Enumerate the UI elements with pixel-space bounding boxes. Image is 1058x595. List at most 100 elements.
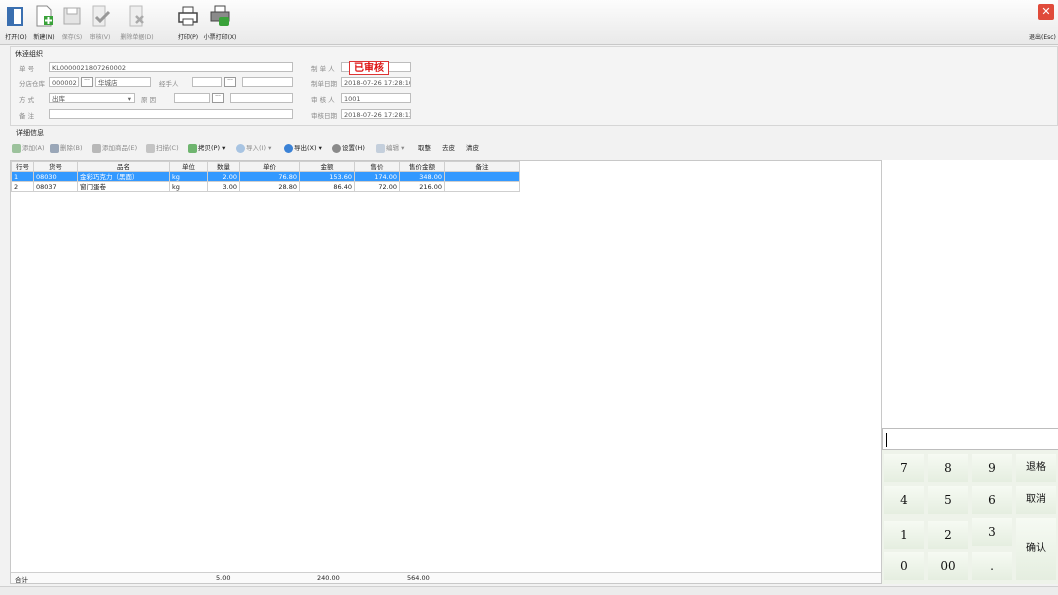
table-cell[interactable]: 08037 xyxy=(33,181,78,192)
table-cell[interactable]: 3.00 xyxy=(207,181,240,192)
gear-icon xyxy=(332,143,341,153)
clear-tare-button[interactable]: 清皮 xyxy=(466,142,479,154)
keypad-input[interactable] xyxy=(882,428,1058,450)
column-header[interactable]: 单价 xyxy=(239,161,300,172)
column-header[interactable]: 货号 xyxy=(33,161,78,172)
print-button[interactable]: 打印(P) xyxy=(175,4,201,42)
key-9[interactable]: 9 xyxy=(972,454,1012,482)
handler-label: 经手人 xyxy=(159,80,179,88)
table-cell[interactable]: 28.80 xyxy=(239,181,300,192)
key-2[interactable]: 2 xyxy=(928,521,968,549)
open-button[interactable]: 打开(O) xyxy=(2,4,30,42)
detail-table: 行号 货号 品名 单位 数量 单价 金额 售价 售价金额 备注 1 08030 … xyxy=(11,161,520,192)
add-icon xyxy=(12,143,21,153)
round-button[interactable]: 取整 xyxy=(418,142,431,154)
reason-name-field[interactable] xyxy=(230,93,293,103)
key-5[interactable]: 5 xyxy=(928,486,968,514)
table-cell[interactable] xyxy=(444,171,520,182)
delete-document-button[interactable]: 删除单据(D) xyxy=(118,4,156,42)
backspace-button[interactable]: 退格 xyxy=(1016,454,1056,482)
table-cell[interactable]: 76.80 xyxy=(239,171,300,182)
export-button[interactable]: 导出(X) ▾ xyxy=(284,142,322,154)
branch-lookup-button[interactable]: ··· xyxy=(81,77,93,87)
tare-button[interactable]: 去皮 xyxy=(442,142,455,154)
create-date-field[interactable]: 2018-07-26 17:28:10 xyxy=(341,77,411,87)
key-1[interactable]: 1 xyxy=(884,521,924,549)
column-header[interactable]: 售价金额 xyxy=(399,161,445,172)
table-cell[interactable]: 86.40 xyxy=(299,181,355,192)
branch-code-field[interactable]: 000002 xyxy=(49,77,79,87)
settings-button[interactable]: 设置(H) xyxy=(332,142,365,154)
table-row[interactable]: 2 08037 窗门蛋卷 kg 3.00 28.80 86.40 72.00 2… xyxy=(11,181,520,192)
audit-button[interactable]: 审核(V) xyxy=(86,4,114,42)
audit-check-icon xyxy=(92,5,111,27)
delete-row-button[interactable]: 删除(B) xyxy=(50,142,83,154)
auditor-field[interactable]: 1001 xyxy=(341,93,411,103)
add-goods-button[interactable]: 添加商品(E) xyxy=(92,142,137,154)
order-no-label: 单 号 xyxy=(19,65,35,73)
table-cell[interactable]: 金彩巧克力（黑面） xyxy=(77,171,170,182)
total-quantity: 5.00 xyxy=(216,574,231,582)
add-row-button[interactable]: 添加(A) xyxy=(12,142,45,154)
confirm-button[interactable]: 确认 xyxy=(1016,518,1056,580)
table-cell[interactable]: 216.00 xyxy=(399,181,445,192)
scan-button[interactable]: 扫描(C) xyxy=(146,142,179,154)
key-6[interactable]: 6 xyxy=(972,486,1012,514)
ticket-print-button[interactable]: 小票打印(X) xyxy=(202,4,238,42)
cancel-button[interactable]: 取消 xyxy=(1016,486,1056,514)
scanner-icon xyxy=(146,143,155,153)
import-button[interactable]: 导入(I) ▾ xyxy=(236,142,271,154)
table-cell[interactable]: 1 xyxy=(11,171,34,182)
edit-button[interactable]: 编辑 ▾ xyxy=(376,142,404,154)
handler-lookup-button[interactable]: ··· xyxy=(224,77,236,87)
exit-button[interactable]: ✕ 退出(Esc) xyxy=(1029,4,1058,42)
remark-field[interactable] xyxy=(49,109,293,119)
audit-date-field[interactable]: 2018-07-26 17:28:13 xyxy=(341,109,411,119)
delete-document-icon xyxy=(129,5,144,27)
table-cell[interactable]: kg xyxy=(169,171,208,182)
column-header[interactable]: 金额 xyxy=(299,161,355,172)
method-select[interactable]: 出库 ▾ xyxy=(49,93,135,103)
table-cell[interactable]: 08030 xyxy=(33,171,78,182)
column-header[interactable]: 售价 xyxy=(354,161,400,172)
column-header[interactable]: 数量 xyxy=(207,161,240,172)
handler-name-field[interactable] xyxy=(242,77,293,87)
table-cell[interactable]: 348.00 xyxy=(399,171,445,182)
table-cell[interactable]: 72.00 xyxy=(354,181,400,192)
key-dot[interactable]: . xyxy=(972,552,1012,580)
handler-code-field[interactable] xyxy=(192,77,222,87)
key-4[interactable]: 4 xyxy=(884,486,924,514)
copy-icon xyxy=(188,143,197,153)
table-row[interactable]: 1 08030 金彩巧克力（黑面） kg 2.00 76.80 153.60 1… xyxy=(11,171,520,182)
table-cell[interactable]: 174.00 xyxy=(354,171,400,182)
key-0[interactable]: 0 xyxy=(884,552,924,580)
column-header[interactable]: 单位 xyxy=(169,161,208,172)
table-cell[interactable]: kg xyxy=(169,181,208,192)
table-cell[interactable] xyxy=(444,181,520,192)
reason-lookup-button[interactable]: ··· xyxy=(212,93,224,103)
export-icon xyxy=(284,143,293,153)
reason-label: 原 因 xyxy=(141,96,157,104)
reason-code-field[interactable] xyxy=(174,93,210,103)
detail-section-title: 详细信息 xyxy=(16,129,44,137)
total-sale-amount: 564.00 xyxy=(407,574,430,582)
totals-row: 合计 5.00 240.00 564.00 xyxy=(11,572,881,584)
table-cell[interactable]: 153.60 xyxy=(299,171,355,182)
creator-label: 制 单 人 xyxy=(311,65,335,73)
column-header[interactable]: 备注 xyxy=(444,161,520,172)
column-header[interactable]: 行号 xyxy=(11,161,34,172)
key-7[interactable]: 7 xyxy=(884,454,924,482)
key-3[interactable]: 3 xyxy=(972,518,1012,546)
copy-button[interactable]: 拷贝(P) ▾ xyxy=(188,142,225,154)
key-00[interactable]: 00 xyxy=(928,552,968,580)
key-8[interactable]: 8 xyxy=(928,454,968,482)
branch-name-field[interactable]: 华城店 xyxy=(95,77,151,87)
table-cell[interactable]: 2 xyxy=(11,181,34,192)
new-button[interactable]: 新建(N) xyxy=(30,4,58,42)
save-button[interactable]: 保存(S) xyxy=(58,4,86,42)
order-no-field[interactable]: KL000002180726000​2 xyxy=(49,62,293,72)
table-cell[interactable]: 窗门蛋卷 xyxy=(77,181,170,192)
detail-toolbar: 添加(A) 删除(B) 添加商品(E) 扫描(C) 拷贝(P) ▾ 导入(I) … xyxy=(10,138,1056,156)
column-header[interactable]: 品名 xyxy=(77,161,170,172)
table-cell[interactable]: 2.00 xyxy=(207,171,240,182)
